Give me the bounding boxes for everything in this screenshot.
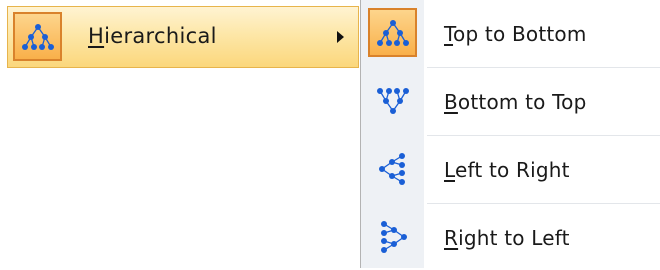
submenu-item-label: Bottom to Top: [444, 90, 587, 114]
tree-right-icon: [368, 144, 417, 193]
tree-up-icon: [368, 76, 417, 125]
hierarchy-icon: [13, 12, 62, 61]
menu-item-hierarchical[interactable]: Hierarchical: [7, 6, 359, 68]
submenu-item-bottom-to-top[interactable]: Bottom to Top: [361, 68, 660, 134]
submenu-arrow-icon: [337, 31, 344, 43]
menu-item-label: Hierarchical: [88, 24, 217, 48]
submenu-item-label: Left to Right: [444, 158, 570, 182]
tree-left-icon: [368, 212, 417, 261]
submenu-item-label: Right to Left: [444, 226, 570, 250]
submenu-item-left-to-right[interactable]: Left to Right: [361, 136, 660, 202]
submenu-item-right-to-left[interactable]: Right to Left: [361, 204, 660, 270]
submenu-item-top-to-bottom[interactable]: Top to Bottom: [361, 0, 660, 66]
submenu-item-label: Top to Bottom: [444, 22, 587, 46]
tree-down-icon: [368, 8, 417, 57]
hierarchical-submenu: Top to Bottom Bottom to Top Left to Righ…: [360, 0, 660, 268]
